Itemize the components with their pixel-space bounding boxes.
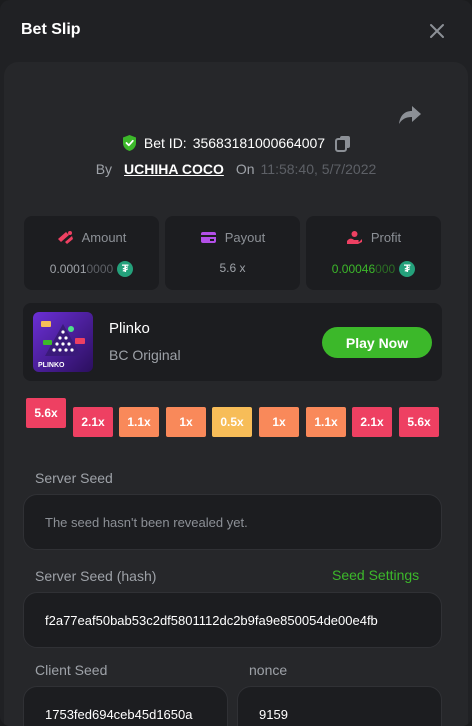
on-label: On xyxy=(235,161,255,177)
server-seed-hash-field[interactable]: f2a77eaf50bab53c2df5801112dc2b9fa9e85005… xyxy=(23,592,442,648)
nonce-value: 9159 xyxy=(259,706,288,722)
nonce-label: nonce xyxy=(249,662,288,678)
multiplier-chip: 2.1x xyxy=(352,407,392,437)
amount-value: 0.0001 xyxy=(49,262,87,276)
verified-shield-icon xyxy=(122,135,136,151)
usdt-coin-icon: ₮ xyxy=(117,261,134,277)
multiplier-chip: 2.1x xyxy=(73,407,113,437)
amount-card: Amount 0.00010000 ₮ xyxy=(24,216,159,290)
bet-author-row: By UCHIHA COCO On 11:58:40, 5/7/2022 xyxy=(0,161,472,177)
server-seed-value: The seed hasn't been revealed yet. xyxy=(45,514,248,530)
server-seed-label: Server Seed xyxy=(35,470,113,486)
client-seed-label: Client Seed xyxy=(35,662,108,678)
seed-settings-link[interactable]: Seed Settings xyxy=(332,567,419,583)
close-icon[interactable] xyxy=(428,22,446,40)
profit-label: Profit xyxy=(370,230,402,245)
bet-id-label: Bet ID: xyxy=(143,135,187,151)
client-seed-value: 1753fed694ceb45d1650a xyxy=(45,706,193,722)
bet-id-value: 35683181000664007 xyxy=(192,135,326,151)
multiplier-chip: 1.1x xyxy=(306,407,346,437)
multiplier-chip: 5.6x xyxy=(399,407,439,437)
plinko-thumbnail-art: PLINKO xyxy=(33,312,93,372)
plinko-thumbnail[interactable]: PLINKO xyxy=(33,312,93,372)
bet-amount-icon xyxy=(57,231,73,244)
game-category: BC Original xyxy=(109,347,181,363)
profit-hand-icon xyxy=(346,231,362,244)
thumbnail-title: PLINKO xyxy=(38,362,65,369)
multiplier-chip: 1x xyxy=(166,407,206,437)
active-multiplier-chip: 5.6x xyxy=(26,398,66,428)
bet-timestamp: 11:58:40, 5/7/2022 xyxy=(260,161,377,177)
game-card: PLINKO Plinko BC Original Play Now xyxy=(23,303,442,381)
payout-value: 5.6 x xyxy=(219,261,246,275)
game-name: Plinko xyxy=(109,320,150,337)
wallet-icon xyxy=(200,232,216,243)
by-label: By xyxy=(95,161,113,177)
client-seed-field[interactable]: 1753fed694ceb45d1650a xyxy=(23,686,228,726)
multiplier-chip: 1.1x xyxy=(119,407,159,437)
server-seed-hash-label: Server Seed (hash) xyxy=(35,568,157,584)
multiplier-chip: 1x xyxy=(259,407,299,437)
multiplier-chip: 0.5x xyxy=(212,407,252,437)
profit-value: 0.00046 xyxy=(331,262,376,276)
play-now-button[interactable]: Play Now xyxy=(322,327,432,358)
profit-value-trailing: 000 xyxy=(375,262,396,276)
share-icon[interactable] xyxy=(398,104,422,126)
payout-card: Payout 5.6 x xyxy=(165,216,300,290)
window-title: Bet Slip xyxy=(21,21,81,38)
server-seed-field[interactable]: The seed hasn't been revealed yet. xyxy=(23,494,442,550)
server-seed-hash-value: f2a77eaf50bab53c2df5801112dc2b9fa9e85005… xyxy=(45,612,378,628)
copy-icon[interactable] xyxy=(335,135,351,152)
usdt-coin-icon: ₮ xyxy=(399,261,416,277)
payout-label: Payout xyxy=(224,230,266,245)
nonce-field[interactable]: 9159 xyxy=(237,686,442,726)
profit-card: Profit 0.00046000 ₮ xyxy=(306,216,441,290)
amount-label: Amount xyxy=(81,230,127,245)
amount-value-trailing: 0000 xyxy=(86,262,114,276)
username-link[interactable]: UCHIHA COCO xyxy=(124,161,224,177)
bet-slip-window: Bet Slip Bet ID: 35683181000664007 By UC… xyxy=(0,0,472,726)
bet-id-row: Bet ID: 35683181000664007 xyxy=(0,134,472,152)
